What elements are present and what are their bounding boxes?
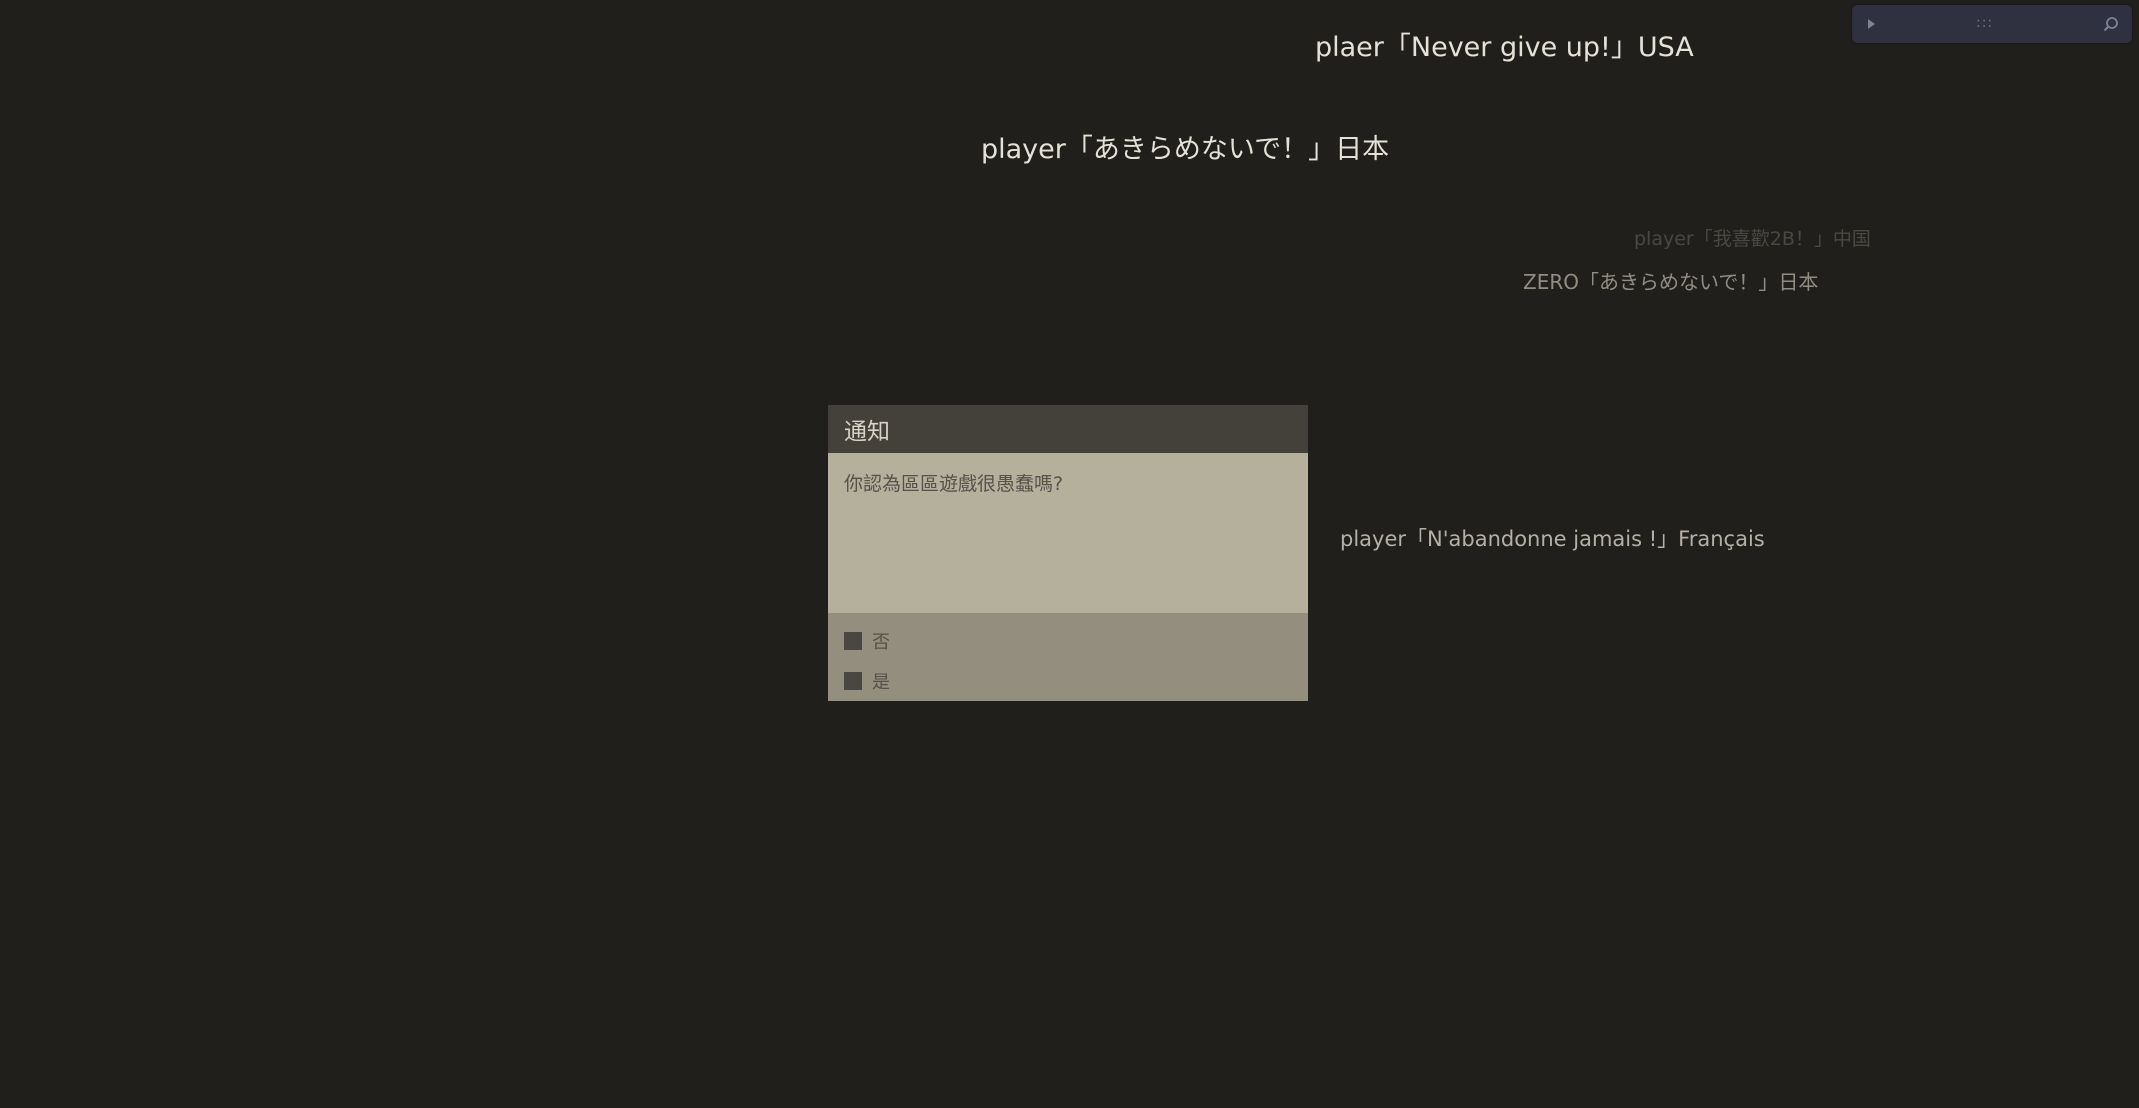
player-message-japan: player「あきらめないで！」日本 bbox=[981, 134, 1390, 165]
game-screen: plaer「Never give up!」USA player「あきらめないで！… bbox=[0, 0, 2139, 1108]
zero-message-japan: ZERO「あきらめないで！」日本 bbox=[1523, 270, 1819, 294]
player-message-france: player「N'abandonne jamais !」Français bbox=[1340, 527, 1765, 551]
option-no-label: 否 bbox=[872, 632, 890, 653]
mini-toolbar: ::: bbox=[1852, 5, 2132, 43]
option-no-checkbox[interactable] bbox=[844, 632, 862, 650]
option-yes-label: 是 bbox=[872, 672, 890, 693]
dialog-header: 通知 bbox=[828, 405, 1308, 453]
search-icon[interactable] bbox=[2102, 15, 2120, 33]
player-message-usa: plaer「Never give up!」USA bbox=[1315, 32, 1694, 63]
dialog-body: 你認為區區遊戲很愚蠢嗎? bbox=[828, 453, 1308, 613]
dialog-options: 否 是 bbox=[828, 613, 1308, 701]
option-yes[interactable]: 是 bbox=[828, 661, 1308, 701]
option-yes-checkbox[interactable] bbox=[844, 672, 862, 690]
play-icon[interactable] bbox=[1868, 19, 1875, 29]
notification-dialog: 通知 你認為區區遊戲很愚蠢嗎? 否 是 bbox=[828, 405, 1308, 701]
option-no[interactable]: 否 bbox=[828, 621, 1308, 661]
player-message-china: player「我喜歡2B！」中国 bbox=[1634, 228, 1871, 250]
dialog-title: 通知 bbox=[844, 419, 890, 445]
drag-handle-icon[interactable]: ::: bbox=[1976, 15, 1993, 31]
dialog-question: 你認為區區遊戲很愚蠢嗎? bbox=[844, 473, 1064, 495]
